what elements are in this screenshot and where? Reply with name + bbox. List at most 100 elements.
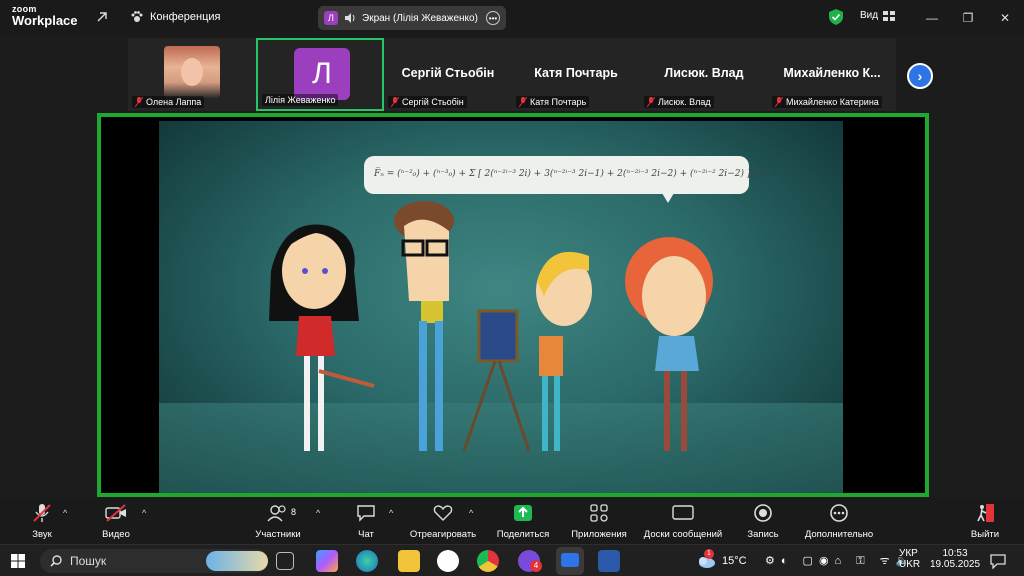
participant-name-label: Олена Лаппа xyxy=(146,97,202,107)
language-line2: UKR xyxy=(899,559,921,570)
participant-photo xyxy=(164,46,220,98)
whiteboards-button[interactable]: Доски сообщений xyxy=(638,502,728,542)
conference-label: Конференция xyxy=(150,11,221,23)
apps-label: Приложения xyxy=(571,529,627,540)
conference-info[interactable]: Конференция xyxy=(130,10,220,24)
mic-muted-icon xyxy=(135,97,143,107)
clock[interactable]: 10:53 19.05.2025 xyxy=(930,548,980,570)
video-options-caret[interactable]: ^ xyxy=(142,508,146,518)
react-button[interactable]: Отреагировать xyxy=(398,502,488,542)
participant-tile[interactable]: Сергій Стьобін Сергій Стьобін xyxy=(384,38,512,111)
cartoon-painter xyxy=(462,251,592,452)
minimize-button[interactable]: — xyxy=(922,8,942,28)
view-label: Вид xyxy=(860,10,879,21)
react-options-caret[interactable]: ^ xyxy=(469,508,473,518)
search-icon xyxy=(50,555,62,567)
task-view-icon[interactable] xyxy=(276,552,294,570)
participant-name-label: Михайленко Катерина xyxy=(786,97,879,107)
mic-muted-icon xyxy=(33,504,51,522)
speaker-icon xyxy=(345,13,355,23)
share-label: Экран (Лілія Жеваженко) xyxy=(362,12,478,24)
participant-tile[interactable]: Лисюк. Влад Лисюк. Влад xyxy=(640,38,768,111)
participant-avatar: Л xyxy=(294,48,350,100)
more-button[interactable]: Дополнительно xyxy=(794,502,884,542)
react-label: Отреагировать xyxy=(409,529,477,540)
time: 10:53 xyxy=(942,548,968,559)
taskbar-search[interactable]: Пошук xyxy=(40,549,268,573)
mic-muted-icon xyxy=(519,97,527,107)
mic-muted-icon xyxy=(775,97,783,107)
sharer-avatar: Л xyxy=(324,11,338,25)
whiteboards-label: Доски сообщений xyxy=(643,529,723,540)
word-icon[interactable] xyxy=(598,550,620,572)
close-button[interactable]: ✕ xyxy=(995,8,1015,28)
maximize-button[interactable]: ❐ xyxy=(958,8,978,28)
audio-options-caret[interactable]: ^ xyxy=(63,508,67,518)
apps-button[interactable]: Приложения xyxy=(554,502,644,542)
more-options-icon[interactable]: ••• xyxy=(486,11,500,25)
chrome-icon[interactable] xyxy=(477,550,499,572)
edge-browser-icon[interactable] xyxy=(356,550,378,572)
participants-button[interactable]: Участники xyxy=(233,502,323,542)
windows-start-icon[interactable] xyxy=(11,554,25,568)
apps-icon xyxy=(590,504,608,522)
system-tray-icons[interactable]: ⚙◐ ▢◉⌂ ⚿ ᯤ🔈 xyxy=(765,553,915,568)
weather-alert-badge: 1 xyxy=(704,549,714,559)
cartoon-boy-glasses xyxy=(394,201,454,451)
cartoon-redhead xyxy=(625,237,713,451)
participants-icon xyxy=(267,505,286,522)
zoom-taskbar-button[interactable] xyxy=(556,547,584,575)
participant-name-label: Лисюк. Влад xyxy=(658,97,711,107)
participant-name: Михайленко Катерина xyxy=(772,96,882,108)
viber-badge: 4 xyxy=(530,560,542,572)
participant-tile[interactable]: Катя Почтарь Катя Почтарь xyxy=(512,38,640,111)
paw-icon xyxy=(131,11,143,22)
share-screen-icon xyxy=(514,505,532,521)
heart-icon xyxy=(433,505,453,521)
more-icon xyxy=(830,504,848,522)
participant-tile[interactable]: Олена Лаппа xyxy=(128,38,256,111)
mic-muted-icon xyxy=(647,97,655,107)
participant-tile[interactable]: Михайленко К... Михайленко Катерина xyxy=(768,38,896,111)
leave-icon xyxy=(977,504,994,522)
chat-options-caret[interactable]: ^ xyxy=(389,508,393,518)
participant-big-name: Лисюк. Влад xyxy=(664,66,744,80)
mic-muted-icon xyxy=(391,97,399,107)
security-shield-icon[interactable] xyxy=(829,9,843,25)
date: 19.05.2025 xyxy=(930,559,981,570)
participant-name: Сергій Стьобін xyxy=(388,96,467,108)
camera-off-icon xyxy=(105,504,126,522)
copilot-icon[interactable] xyxy=(316,550,338,572)
language-indicator[interactable]: УКР UKR xyxy=(899,548,920,570)
zoom-logo: zoom Workplace xyxy=(12,5,78,28)
participant-gallery: Олена Лаппа Л Лілія Жеваженко Сергій Сть… xyxy=(128,38,896,111)
participants-options-caret[interactable]: ^ xyxy=(316,508,320,518)
media-player-icon[interactable] xyxy=(437,550,459,572)
search-highlight-image xyxy=(206,551,268,571)
windows-taskbar: Пошук 4 1 15°C ⚙◐ ▢◉⌂ ⚿ ᯤ🔈 УКР UKR 10:53… xyxy=(0,544,1024,576)
cartoon-girl xyxy=(269,224,375,451)
participant-tile-active[interactable]: Л Лілія Жеваженко xyxy=(256,38,384,111)
next-page-button[interactable]: › xyxy=(907,63,933,89)
participant-big-name: Михайленко К... xyxy=(783,66,881,80)
video-button[interactable]: Видео xyxy=(71,502,161,542)
cartoon-scene xyxy=(269,201,713,452)
video-label: Видео xyxy=(102,529,130,540)
participant-big-name: Катя Почтарь xyxy=(534,66,618,80)
leave-button[interactable]: Выйти xyxy=(940,502,1024,542)
participant-name: Лисюк. Влад xyxy=(644,96,714,108)
collapse-arrow-icon[interactable] xyxy=(96,11,108,23)
screen-share-indicator[interactable]: Л Экран (Лілія Жеваженко) ••• xyxy=(318,6,506,30)
file-explorer-icon[interactable] xyxy=(398,550,420,572)
shared-screen[interactable]: F̅ₙ = (ⁿ⁻²₀) + (ⁿ⁻³₀) + Σ [ 2(ⁿ⁻²ⁱ⁻³ 2i)… xyxy=(97,113,929,497)
whiteboard-icon xyxy=(672,505,694,520)
participant-big-name: Сергій Стьобін xyxy=(401,66,495,80)
leave-label: Выйти xyxy=(970,529,1000,540)
notifications-icon[interactable] xyxy=(990,553,1006,569)
participant-name-label: Лілія Жеваженко xyxy=(265,95,336,105)
participants-label: Участники xyxy=(255,529,301,540)
view-button[interactable]: Вид xyxy=(860,10,896,21)
participant-name-label: Катя Почтарь xyxy=(530,97,587,107)
logo-line2: Workplace xyxy=(12,13,78,28)
participant-name: Олена Лаппа xyxy=(132,96,205,108)
